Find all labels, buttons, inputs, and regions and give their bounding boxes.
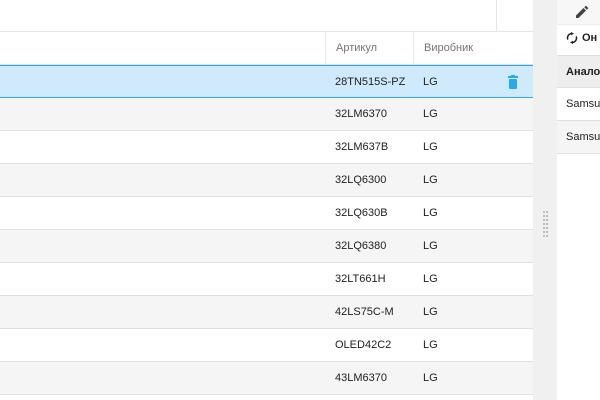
article-cell: 43LM6370 <box>335 372 387 384</box>
analogs-panel: Он Аналог Samsu Samsu <box>557 0 600 400</box>
table-row[interactable]: 42LS75C-M LG <box>0 296 533 329</box>
manufacturer-cell: LG <box>423 273 438 285</box>
article-cell: 42LS75C-M <box>335 306 394 318</box>
table-row[interactable]: OLED42C2 LG <box>0 329 533 362</box>
table-row[interactable]: 28TN515S-PZ LG <box>0 65 533 98</box>
manufacturer-cell: LG <box>423 76 438 88</box>
table-row[interactable]: 43LM6370 LG <box>0 362 533 395</box>
article-cell: 32LQ6380 <box>335 240 387 252</box>
pencil-icon[interactable] <box>575 5 589 19</box>
manufacturer-cell: LG <box>423 372 438 384</box>
manufacturer-cell: LG <box>423 339 438 351</box>
analog-name: Samsu <box>566 131 600 143</box>
grid-rows: 28TN515S-PZ LG 32LM6370 LG 32LM637B LG 3… <box>0 65 533 395</box>
article-cell: 32LQ630B <box>335 207 388 219</box>
manufacturer-cell: LG <box>423 174 438 186</box>
splitter-grip-icon[interactable] <box>543 211 548 239</box>
article-cell: OLED42C2 <box>335 339 392 351</box>
list-item[interactable]: Samsu <box>557 121 600 154</box>
article-cell: 32LM637B <box>335 141 389 153</box>
refresh-button[interactable]: Он <box>566 30 600 48</box>
column-header-article[interactable]: Артикул <box>325 32 413 65</box>
refresh-label: Он <box>582 32 598 44</box>
table-row[interactable]: 32LM637B LG <box>0 131 533 164</box>
toolbar-divider <box>496 0 497 32</box>
panel-splitter[interactable] <box>533 0 557 400</box>
table-row[interactable]: 32LM6370 LG <box>0 98 533 131</box>
trash-icon[interactable] <box>507 75 519 89</box>
manufacturer-cell: LG <box>423 108 438 120</box>
products-grid: Артикул Виробник 28TN515S-PZ LG 32LM6370… <box>0 0 533 400</box>
manufacturer-cell: LG <box>423 207 438 219</box>
analogs-toolbar <box>557 0 600 25</box>
analog-name: Samsu <box>566 98 600 110</box>
column-header-manufacturer[interactable]: Виробник <box>413 32 498 65</box>
list-item[interactable]: Samsu <box>557 88 600 121</box>
manufacturer-cell: LG <box>423 141 438 153</box>
table-row[interactable]: 32LT661H LG <box>0 263 533 296</box>
table-row[interactable]: 32LQ6300 LG <box>0 164 533 197</box>
article-cell: 28TN515S-PZ <box>335 76 406 88</box>
analogs-table-header: Аналог <box>557 55 600 88</box>
refresh-icon <box>566 32 578 44</box>
article-cell: 32LT661H <box>335 273 386 285</box>
grid-toolbar <box>0 0 533 32</box>
table-row[interactable]: 32LQ6380 LG <box>0 230 533 263</box>
table-row[interactable]: 32LQ630B LG <box>0 197 533 230</box>
article-cell: 32LM6370 <box>335 108 387 120</box>
article-cell: 32LQ6300 <box>335 174 387 186</box>
grid-header: Артикул Виробник <box>0 32 533 65</box>
analogs-column-title[interactable]: Аналог <box>566 56 600 89</box>
manufacturer-cell: LG <box>423 240 438 252</box>
manufacturer-cell: LG <box>423 306 438 318</box>
